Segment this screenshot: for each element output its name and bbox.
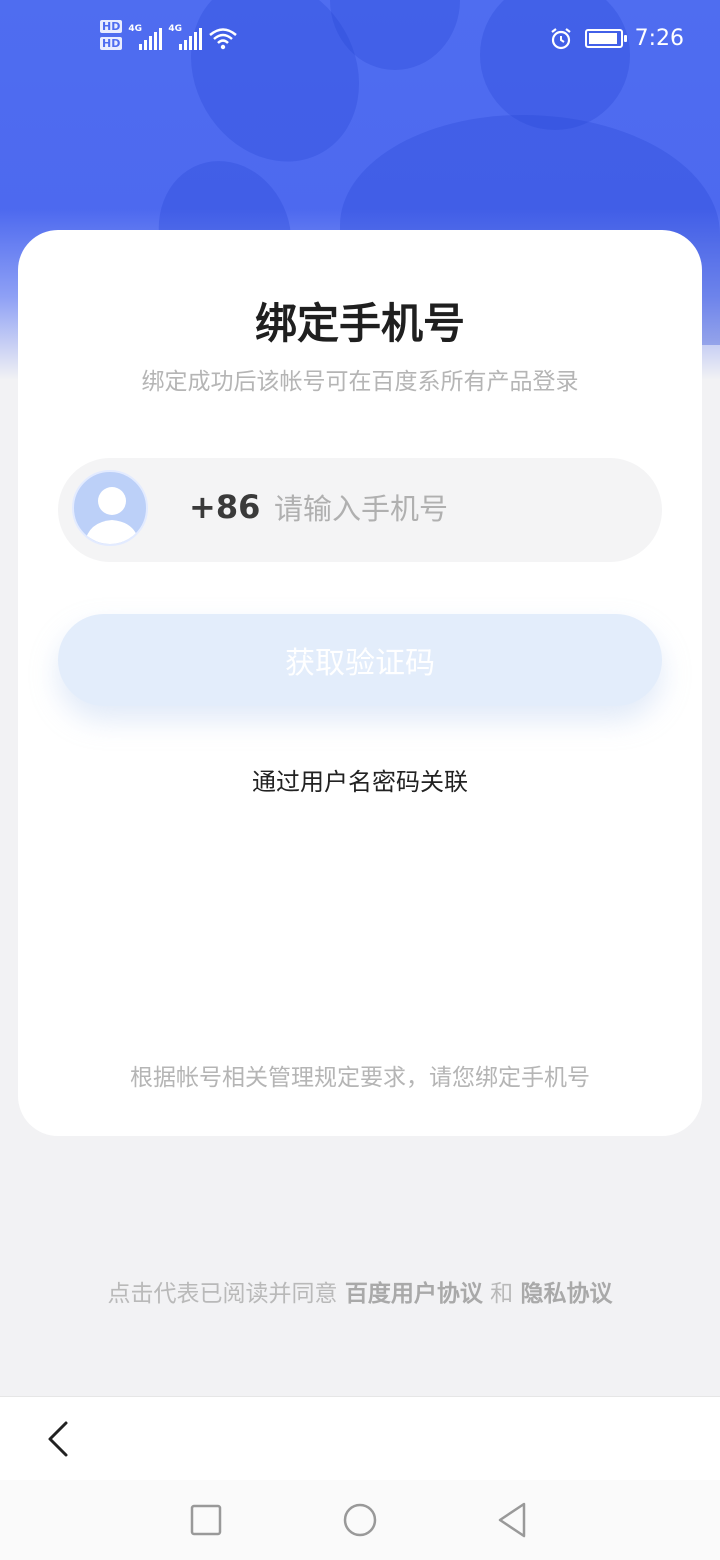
sim-indicators: HD HD xyxy=(100,20,123,50)
status-bar: HD HD 4G 4G 7:26 xyxy=(0,0,720,84)
phone-number-input[interactable] xyxy=(274,482,634,536)
bind-phone-card: 绑定手机号 绑定成功后该帐号可在百度系所有产品登录 +86 获取验证码 通过用户… xyxy=(18,230,702,1136)
signal-icon: 4G xyxy=(128,24,163,50)
page-title: 绑定手机号 xyxy=(254,299,465,348)
sim2-hd-badge: HD xyxy=(100,37,123,50)
phone-input-row: +86 xyxy=(58,458,662,562)
battery-icon xyxy=(584,29,627,48)
get-verification-code-button[interactable]: 获取验证码 xyxy=(58,614,662,706)
privacy-policy-link[interactable]: 隐私协议 xyxy=(520,1281,612,1307)
user-avatar-icon xyxy=(84,487,140,544)
status-bar-right: 7:26 xyxy=(549,26,684,51)
page-subtitle: 绑定成功后该帐号可在百度系所有产品登录 xyxy=(141,369,579,395)
avatar xyxy=(72,470,148,546)
signal-icon: 4G xyxy=(168,24,203,50)
country-code[interactable]: +86 xyxy=(189,488,260,526)
back-arrow-icon[interactable] xyxy=(40,1419,80,1459)
agreement-text: 点击代表已阅读并同意 百度用户协议 和 隐私协议 xyxy=(100,1276,620,1312)
agreement-prefix: 点击代表已阅读并同意 xyxy=(107,1281,338,1307)
status-bar-left: HD HD 4G 4G xyxy=(100,20,238,50)
alarm-icon xyxy=(550,27,571,49)
link-via-username-password[interactable]: 通过用户名密码关联 xyxy=(18,762,702,797)
sim1-hd-badge: HD xyxy=(100,20,123,33)
recent-apps-icon[interactable] xyxy=(186,1500,226,1540)
system-navigation-bar xyxy=(0,1480,720,1560)
home-icon[interactable] xyxy=(340,1500,380,1540)
wifi-icon xyxy=(209,28,238,50)
agreement-and: 和 xyxy=(490,1281,514,1307)
back-triangle-icon[interactable] xyxy=(492,1500,532,1540)
binding-requirement-notice: 根据帐号相关管理规定要求，请您绑定手机号 xyxy=(130,1065,590,1091)
clock-time: 7:26 xyxy=(634,26,684,51)
bottom-toolbar xyxy=(0,1396,720,1480)
user-agreement-link[interactable]: 百度用户协议 xyxy=(345,1281,483,1307)
